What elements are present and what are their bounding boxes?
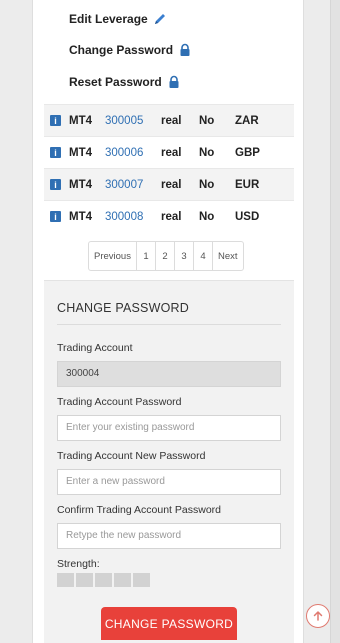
account-type-cell: real [157, 200, 195, 233]
strength-segment [114, 573, 131, 587]
currency-cell: USD [231, 200, 294, 233]
edit-leverage-link[interactable]: Edit Leverage [69, 8, 167, 30]
confirm-password-label: Confirm Trading Account Password [57, 504, 221, 516]
table-row[interactable]: i MT4 300008 real No USD [44, 200, 294, 233]
info-icon[interactable]: i [50, 211, 61, 223]
table-row[interactable]: i MT4 300007 real No EUR [44, 168, 294, 201]
currency-cell: ZAR [231, 104, 294, 137]
change-password-button[interactable]: CHANGE PASSWORD [101, 607, 237, 640]
next-page-button[interactable]: Next [211, 242, 243, 270]
scroll-to-top-button[interactable] [306, 604, 330, 628]
account-type-cell: real [157, 168, 195, 201]
platform-cell: MT4 [65, 168, 101, 201]
change-password-label: Change Password [69, 43, 174, 57]
strength-segment [95, 573, 112, 587]
page-button-2[interactable]: 2 [154, 242, 174, 270]
current-password-input[interactable]: Enter your existing password [57, 415, 281, 441]
page-background-left [0, 0, 32, 643]
trading-account-field: 300004 [57, 361, 281, 387]
account-type-cell: real [157, 104, 195, 137]
demo-cell: No [195, 200, 231, 233]
page-button-4[interactable]: 4 [192, 242, 212, 270]
demo-cell: No [195, 168, 231, 201]
info-icon[interactable]: i [50, 115, 61, 126]
table-row[interactable]: i MT4 300006 real No GBP [44, 136, 294, 169]
platform-cell: MT4 [65, 136, 101, 169]
new-password-label: Trading Account New Password [57, 450, 206, 462]
lock-icon [178, 43, 192, 57]
strength-segment [133, 573, 150, 587]
form-divider [57, 324, 281, 325]
reset-password-link[interactable]: Reset Password [69, 71, 181, 93]
strength-segment [57, 573, 74, 587]
pagination: Previous 1 2 3 4 Next [88, 241, 244, 271]
platform-cell: MT4 [65, 200, 101, 233]
table-row[interactable]: i MT4 300005 real No ZAR [44, 104, 294, 137]
accounts-table: i MT4 300005 real No ZAR i MT4 300006 re… [44, 104, 294, 233]
change-password-link[interactable]: Change Password [69, 39, 192, 61]
current-password-label: Trading Account Password [57, 396, 182, 408]
pencil-icon [153, 12, 167, 26]
edit-leverage-label: Edit Leverage [69, 12, 148, 26]
lock-icon [167, 75, 181, 89]
currency-cell: EUR [231, 168, 294, 201]
scrollbar[interactable] [330, 0, 340, 643]
account-type-cell: real [157, 136, 195, 169]
account-number-link[interactable]: 300006 [101, 136, 157, 169]
info-icon[interactable]: i [50, 147, 61, 158]
page-button-3[interactable]: 3 [173, 242, 193, 270]
account-number-link[interactable]: 300007 [101, 168, 157, 201]
demo-cell: No [195, 136, 231, 169]
currency-cell: GBP [231, 136, 294, 169]
password-strength-meter [57, 573, 150, 587]
previous-page-button[interactable]: Previous [89, 242, 136, 270]
page-button-1[interactable]: 1 [135, 242, 155, 270]
arrow-up-circle-icon [313, 611, 323, 621]
reset-password-label: Reset Password [69, 75, 162, 89]
account-number-link[interactable]: 300005 [101, 104, 157, 137]
info-icon[interactable]: i [50, 179, 61, 190]
demo-cell: No [195, 104, 231, 137]
account-number-link[interactable]: 300008 [101, 200, 157, 233]
trading-account-label: Trading Account [57, 342, 133, 354]
change-password-form: CHANGE PASSWORD Trading Account 300004 T… [44, 280, 294, 643]
strength-label: Strength: [57, 558, 100, 570]
confirm-password-input[interactable]: Retype the new password [57, 523, 281, 549]
strength-segment [76, 573, 93, 587]
new-password-input[interactable]: Enter a new password [57, 469, 281, 495]
form-title: CHANGE PASSWORD [57, 301, 189, 315]
platform-cell: MT4 [65, 104, 101, 137]
